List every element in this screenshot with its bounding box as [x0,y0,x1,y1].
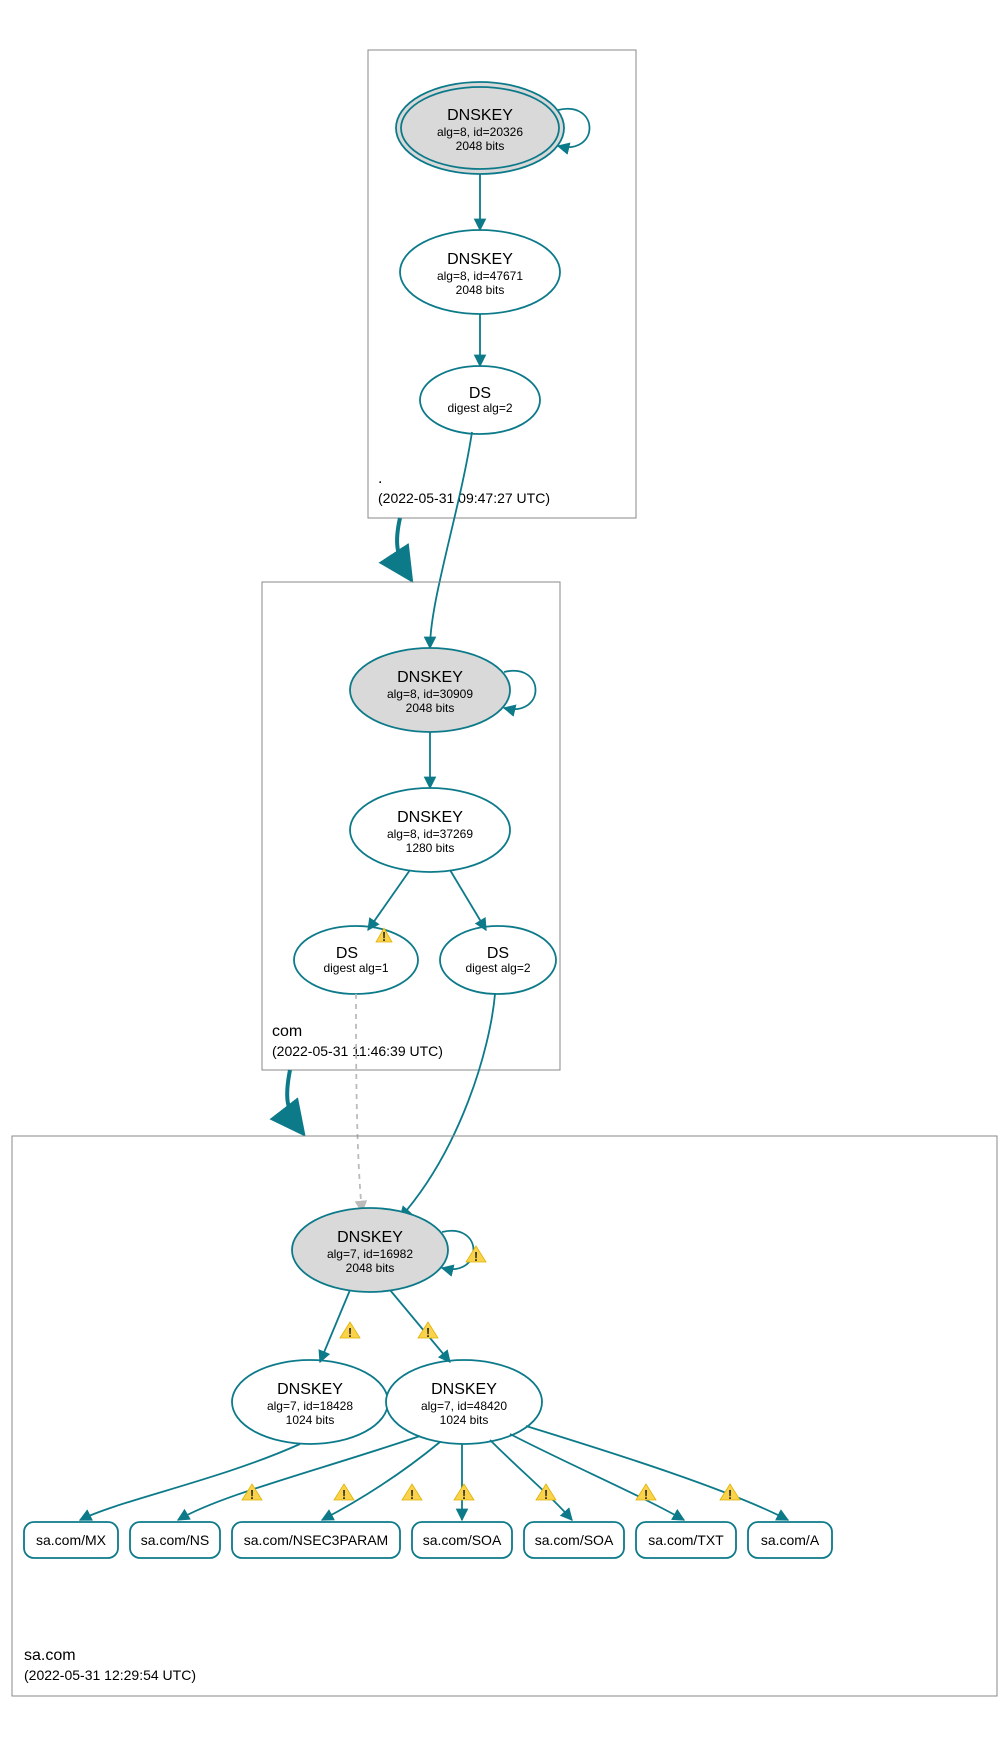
svg-text:DNSKEY: DNSKEY [337,1229,403,1246]
zone-sa-label: sa.com [24,1647,76,1664]
edge-deleg-com-sa [287,1070,302,1132]
warning-icon: ! [466,1246,486,1264]
node-sa-zsk2: DNSKEY alg=7, id=48420 1024 bits [386,1360,542,1444]
svg-text:sa.com/SOA: sa.com/SOA [423,1532,502,1548]
node-com-ds2: DS digest alg=2 [440,926,556,994]
svg-text:!: ! [382,929,386,944]
node-root-zsk: DNSKEY alg=8, id=47671 2048 bits [400,230,560,314]
svg-text:DNSKEY: DNSKEY [277,1381,343,1398]
svg-text:!: ! [728,1487,732,1502]
svg-text:alg=8, id=20326: alg=8, id=20326 [437,125,523,139]
svg-text:digest alg=2: digest alg=2 [447,401,512,415]
node-sa-zsk1: DNSKEY alg=7, id=18428 1024 bits [232,1360,388,1444]
svg-text:digest alg=1: digest alg=1 [323,961,388,975]
svg-text:sa.com/TXT: sa.com/TXT [648,1532,724,1548]
svg-text:alg=8, id=30909: alg=8, id=30909 [387,687,473,701]
svg-text:!: ! [348,1325,352,1340]
warning-icon: ! [340,1322,360,1340]
svg-text:!: ! [342,1487,346,1502]
svg-text:alg=8, id=37269: alg=8, id=37269 [387,827,473,841]
svg-text:!: ! [250,1487,254,1502]
edge-sa-ksk-zsk1 [320,1290,350,1362]
zone-com-label: com [272,1023,302,1040]
svg-text:1024 bits: 1024 bits [440,1413,489,1427]
node-com-ds1: DS digest alg=1 ! [294,926,418,994]
warning-icon: ! [454,1484,474,1502]
warning-icon: ! [334,1484,354,1502]
warning-icon: ! [402,1484,422,1502]
svg-text:1024 bits: 1024 bits [286,1413,335,1427]
node-root-ksk: DNSKEY alg=8, id=20326 2048 bits [396,82,564,174]
svg-text:!: ! [544,1487,548,1502]
zone-sa-ts: (2022-05-31 12:29:54 UTC) [24,1667,196,1683]
edge-zsk2-txt [510,1434,684,1520]
svg-text:alg=7, id=48420: alg=7, id=48420 [421,1399,507,1413]
edge-com-ds2-sa-ksk [400,994,495,1218]
svg-text:2048 bits: 2048 bits [406,701,455,715]
svg-text:alg=7, id=18428: alg=7, id=18428 [267,1399,353,1413]
svg-text:digest alg=2: digest alg=2 [465,961,530,975]
svg-text:DS: DS [487,945,509,962]
svg-text:alg=7, id=16982: alg=7, id=16982 [327,1247,413,1261]
edge-zsk2-ns [178,1436,420,1520]
svg-text:sa.com/A: sa.com/A [761,1532,820,1548]
dnssec-diagram: . (2022-05-31 09:47:27 UTC) DNSKEY alg=8… [0,0,1008,1742]
node-root-ds: DS digest alg=2 [420,366,540,434]
svg-text:DNSKEY: DNSKEY [397,809,463,826]
svg-text:sa.com/NS: sa.com/NS [141,1532,209,1548]
node-com-zsk: DNSKEY alg=8, id=37269 1280 bits [350,788,510,872]
svg-text:sa.com/SOA: sa.com/SOA [535,1532,614,1548]
svg-text:!: ! [410,1487,414,1502]
svg-text:!: ! [644,1487,648,1502]
svg-text:DNSKEY: DNSKEY [447,107,513,124]
edge-com-zsk-ds1 [368,870,410,930]
svg-text:2048 bits: 2048 bits [456,139,505,153]
edge-deleg-root-com [397,518,410,578]
zone-com-ts: (2022-05-31 11:46:39 UTC) [272,1043,443,1059]
rrset-row: sa.com/MX sa.com/NS sa.com/NSEC3PARAM sa… [24,1522,832,1558]
svg-text:!: ! [474,1249,478,1264]
zone-root-label: . [378,470,382,487]
edge-com-ds1-sa-ksk [356,994,362,1212]
svg-text:DNSKEY: DNSKEY [397,669,463,686]
warning-icon: ! [418,1322,438,1340]
warning-icon: ! [636,1484,656,1502]
svg-text:DS: DS [336,945,358,962]
svg-text:alg=8, id=47671: alg=8, id=47671 [437,269,523,283]
svg-text:2048 bits: 2048 bits [456,283,505,297]
edge-zsk2-nsec3 [322,1442,440,1520]
edge-root-ds-com-ksk [430,432,472,648]
svg-text:sa.com/NSEC3PARAM: sa.com/NSEC3PARAM [244,1532,388,1548]
node-sa-ksk: DNSKEY alg=7, id=16982 2048 bits [292,1208,448,1292]
warning-icon: ! [720,1484,740,1502]
svg-text:!: ! [462,1487,466,1502]
svg-text:!: ! [426,1325,430,1340]
node-com-ksk: DNSKEY alg=8, id=30909 2048 bits [350,648,510,732]
edge-sa-ksk-zsk2 [390,1290,450,1362]
zone-root-ts: (2022-05-31 09:47:27 UTC) [378,490,550,506]
svg-text:1280 bits: 1280 bits [406,841,455,855]
svg-text:DS: DS [469,385,491,402]
svg-text:DNSKEY: DNSKEY [447,251,513,268]
edge-com-zsk-ds2 [450,870,486,930]
svg-text:2048 bits: 2048 bits [346,1261,395,1275]
svg-text:DNSKEY: DNSKEY [431,1381,497,1398]
edge-zsk1-mx [80,1444,300,1520]
edge-zsk2-soa2 [490,1440,572,1520]
svg-text:sa.com/MX: sa.com/MX [36,1532,107,1548]
